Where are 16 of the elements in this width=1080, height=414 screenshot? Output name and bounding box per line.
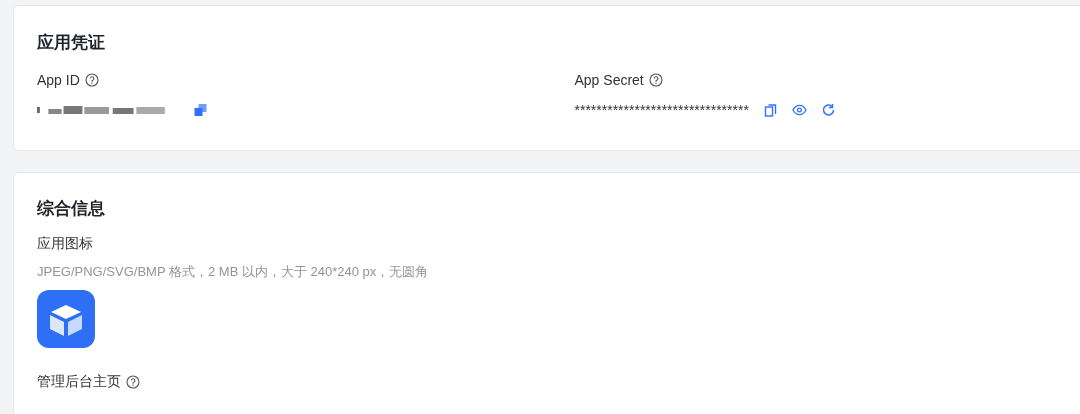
help-icon[interactable] xyxy=(126,375,140,389)
copy-icon[interactable] xyxy=(193,103,208,117)
field-label: App Secret xyxy=(574,72,644,88)
refresh-icon[interactable] xyxy=(820,103,836,117)
cube-icon[interactable] xyxy=(37,290,95,348)
section-title: 应用凭证 xyxy=(37,32,106,54)
copy-icon[interactable] xyxy=(762,103,778,117)
field-hint: JPEG/PNG/SVG/BMP 格式，2 MB 以内，大于 240*240 px，无圆角 xyxy=(37,263,430,281)
section-title: 综合信息 xyxy=(37,198,106,220)
help-icon[interactable] xyxy=(84,73,99,87)
field-label: 管理后台主页 xyxy=(37,373,121,391)
help-icon[interactable] xyxy=(648,73,663,87)
field-label: App ID xyxy=(37,72,80,88)
eye-icon[interactable] xyxy=(791,103,807,117)
field-label: 应用图标 xyxy=(37,235,93,253)
masked-secret: ******************************** xyxy=(574,102,749,118)
